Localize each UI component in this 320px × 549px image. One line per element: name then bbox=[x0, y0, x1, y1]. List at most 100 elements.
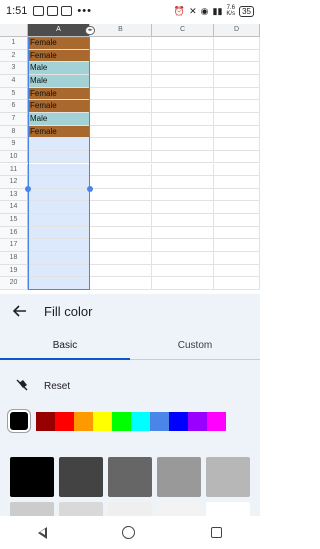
cell-d[interactable] bbox=[214, 277, 260, 290]
cell-c[interactable] bbox=[152, 62, 214, 75]
cell-d[interactable] bbox=[214, 125, 260, 139]
cell-c[interactable] bbox=[152, 163, 214, 177]
cell-c[interactable] bbox=[152, 100, 214, 113]
nav-home-icon[interactable] bbox=[122, 526, 136, 539]
cell-d[interactable] bbox=[214, 214, 260, 227]
color-swatch[interactable] bbox=[36, 411, 55, 431]
row-header[interactable]: 7 bbox=[0, 112, 28, 126]
cell-d[interactable] bbox=[214, 150, 260, 164]
cell-a[interactable] bbox=[28, 138, 90, 151]
cell-d[interactable] bbox=[214, 74, 260, 88]
cell-c[interactable] bbox=[152, 264, 214, 278]
color-swatch[interactable] bbox=[112, 411, 131, 431]
cell-c[interactable] bbox=[152, 239, 214, 253]
row-header[interactable]: 17 bbox=[0, 239, 28, 253]
cell-a[interactable] bbox=[28, 176, 90, 189]
cell-d[interactable] bbox=[214, 49, 260, 63]
color-swatch-selected[interactable] bbox=[8, 410, 30, 432]
cell-d[interactable] bbox=[214, 188, 260, 202]
row-header[interactable]: 11 bbox=[0, 163, 28, 177]
cell-d[interactable] bbox=[214, 87, 260, 101]
row-header[interactable]: 18 bbox=[0, 252, 28, 265]
row-header[interactable]: 2 bbox=[0, 49, 28, 63]
cell-d[interactable] bbox=[214, 176, 260, 189]
reset-button[interactable]: Reset bbox=[0, 374, 260, 398]
row-header[interactable]: 13 bbox=[0, 188, 28, 202]
cell-c[interactable] bbox=[152, 201, 214, 215]
row-header[interactable]: 20 bbox=[0, 277, 28, 290]
row-header[interactable]: 8 bbox=[0, 125, 28, 139]
cell-b[interactable] bbox=[90, 49, 152, 63]
cell-b[interactable] bbox=[90, 74, 152, 88]
row-header[interactable]: 3 bbox=[0, 62, 28, 75]
cell-d[interactable] bbox=[214, 264, 260, 278]
cell-b[interactable] bbox=[90, 125, 152, 139]
cell-b[interactable] bbox=[90, 176, 152, 189]
cell-a[interactable]: Male bbox=[28, 74, 90, 88]
cell-d[interactable] bbox=[214, 100, 260, 113]
row-header[interactable]: 6 bbox=[0, 100, 28, 113]
cell-c[interactable] bbox=[152, 277, 214, 290]
cell-a[interactable] bbox=[28, 150, 90, 164]
column-header-c[interactable]: C bbox=[152, 24, 214, 37]
nav-recents-icon[interactable] bbox=[211, 527, 223, 538]
select-all-corner[interactable] bbox=[0, 24, 28, 37]
cell-d[interactable] bbox=[214, 62, 260, 75]
cell-b[interactable] bbox=[90, 239, 152, 253]
cell-c[interactable] bbox=[152, 74, 214, 88]
grey-swatch[interactable] bbox=[108, 457, 152, 497]
cell-c[interactable] bbox=[152, 49, 214, 63]
cell-c[interactable] bbox=[152, 188, 214, 202]
cell-b[interactable] bbox=[90, 277, 152, 290]
cell-c[interactable] bbox=[152, 150, 214, 164]
cell-b[interactable] bbox=[90, 214, 152, 227]
cell-a[interactable] bbox=[28, 163, 90, 177]
grey-swatch[interactable] bbox=[157, 457, 201, 497]
color-swatch[interactable] bbox=[93, 411, 112, 431]
cell-a[interactable] bbox=[28, 264, 90, 278]
cell-b[interactable] bbox=[90, 188, 152, 202]
cell-d[interactable] bbox=[214, 163, 260, 177]
row-header[interactable]: 10 bbox=[0, 150, 28, 164]
tab-custom[interactable]: Custom bbox=[130, 332, 260, 359]
row-header[interactable]: 15 bbox=[0, 214, 28, 227]
tab-basic[interactable]: Basic bbox=[0, 332, 130, 360]
cell-b[interactable] bbox=[90, 252, 152, 265]
cell-c[interactable] bbox=[152, 37, 214, 50]
cell-a[interactable]: Male bbox=[28, 62, 90, 75]
cell-b[interactable] bbox=[90, 264, 152, 278]
cell-d[interactable] bbox=[214, 239, 260, 253]
row-header[interactable]: 1 bbox=[0, 37, 28, 50]
cell-a[interactable]: Male bbox=[28, 112, 90, 126]
cell-a[interactable] bbox=[28, 277, 90, 290]
color-swatch[interactable] bbox=[150, 411, 169, 431]
cell-d[interactable] bbox=[214, 252, 260, 265]
cell-a[interactable]: Female bbox=[28, 87, 90, 101]
cell-a[interactable]: Female bbox=[28, 37, 90, 50]
column-header-d[interactable]: D bbox=[214, 24, 260, 37]
cell-a[interactable] bbox=[28, 214, 90, 227]
cell-d[interactable] bbox=[214, 138, 260, 151]
cell-a[interactable] bbox=[28, 226, 90, 240]
cell-c[interactable] bbox=[152, 214, 214, 227]
row-header[interactable]: 5 bbox=[0, 87, 28, 101]
selection-handle-right[interactable] bbox=[87, 186, 93, 192]
cell-c[interactable] bbox=[152, 176, 214, 189]
row-header[interactable]: 14 bbox=[0, 201, 28, 215]
cell-a[interactable]: Female bbox=[28, 125, 90, 139]
column-header-b[interactable]: B bbox=[90, 24, 152, 37]
cell-d[interactable] bbox=[214, 112, 260, 126]
cell-c[interactable] bbox=[152, 112, 214, 126]
color-swatch[interactable] bbox=[74, 411, 93, 431]
cell-b[interactable] bbox=[90, 100, 152, 113]
cell-a[interactable] bbox=[28, 252, 90, 265]
color-swatch[interactable] bbox=[131, 411, 150, 431]
cell-a[interactable] bbox=[28, 201, 90, 215]
color-swatch[interactable] bbox=[188, 411, 207, 431]
cell-a[interactable] bbox=[28, 188, 90, 202]
cell-c[interactable] bbox=[152, 138, 214, 151]
selection-handle-left[interactable] bbox=[25, 186, 31, 192]
cell-a[interactable]: Female bbox=[28, 49, 90, 63]
row-header[interactable]: 19 bbox=[0, 264, 28, 278]
nav-back-icon[interactable] bbox=[37, 526, 47, 539]
